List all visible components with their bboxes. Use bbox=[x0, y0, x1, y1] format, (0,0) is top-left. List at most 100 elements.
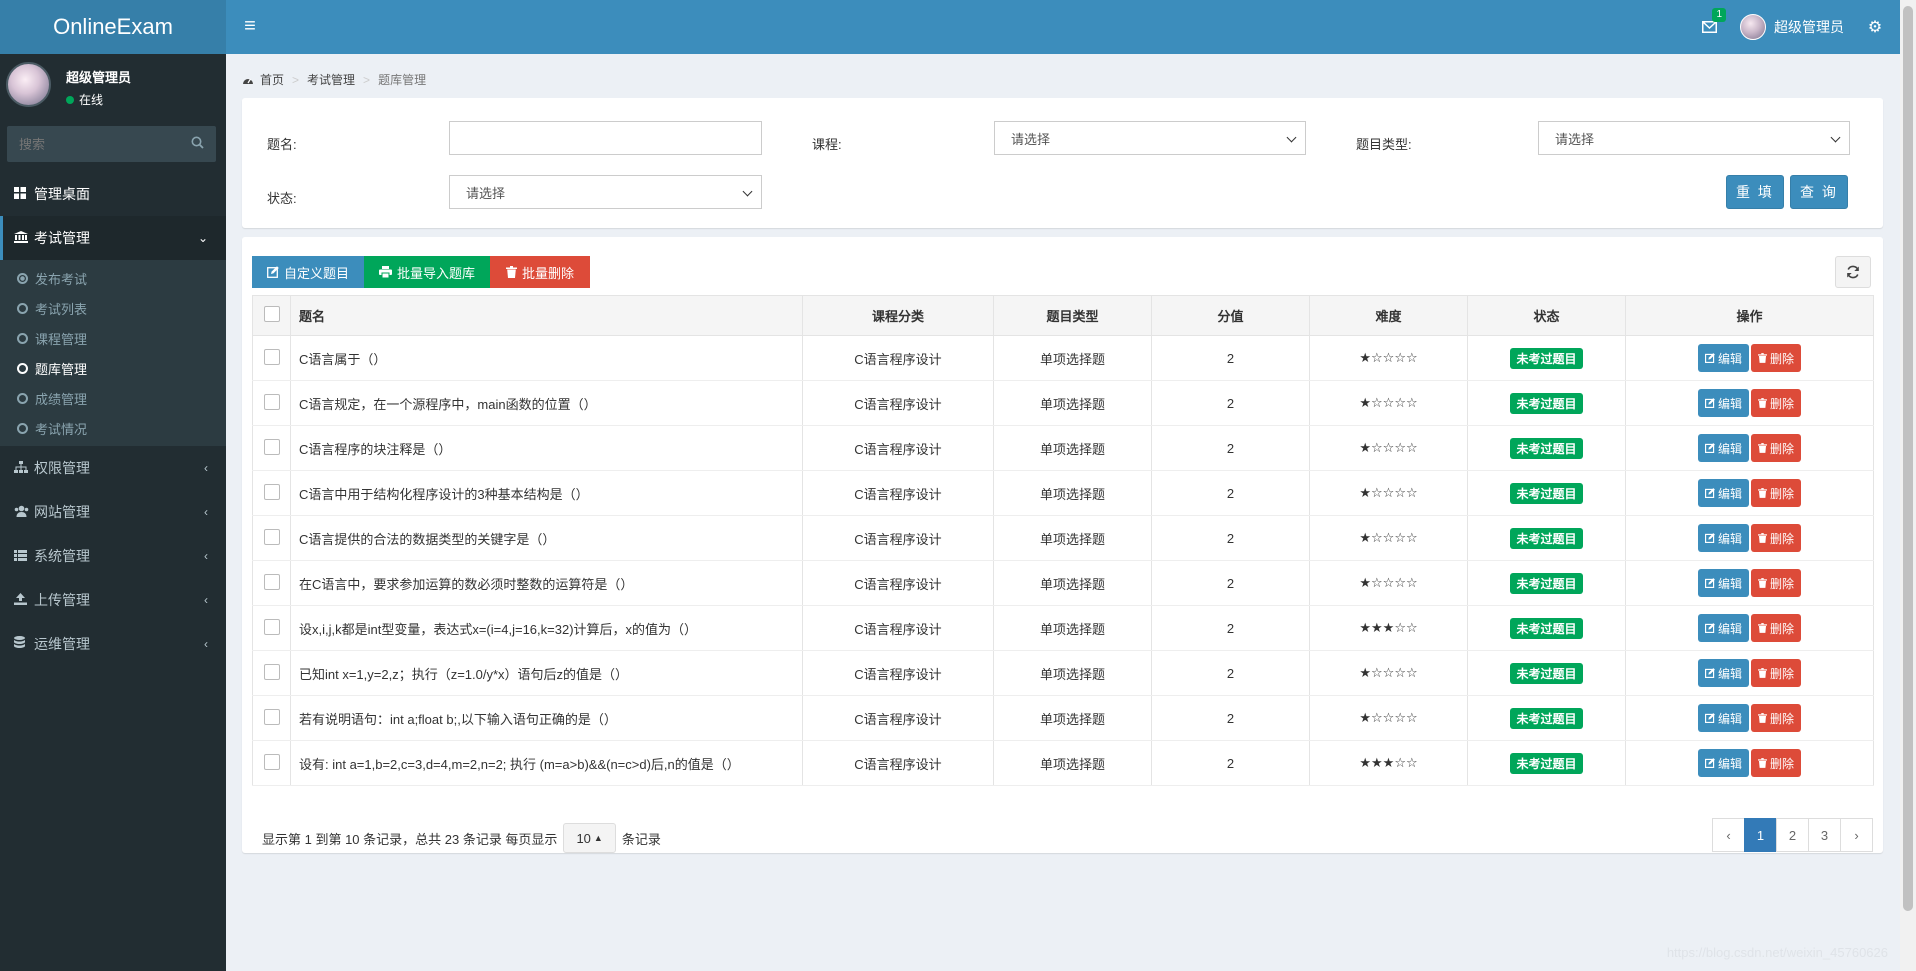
submenu-item-question-bank[interactable]: 题库管理 bbox=[0, 353, 226, 383]
name-filter-input[interactable] bbox=[449, 121, 762, 155]
row-checkbox[interactable] bbox=[263, 663, 280, 680]
edit-button[interactable]: 编辑 bbox=[1697, 704, 1749, 732]
page-3-button[interactable]: 3 bbox=[1808, 818, 1841, 852]
column-header-status[interactable]: 状态 bbox=[1467, 295, 1626, 336]
edit-label: 编辑 bbox=[1717, 576, 1742, 591]
row-checkbox[interactable] bbox=[263, 438, 280, 455]
batch-import-button[interactable]: 批量导入题库 bbox=[364, 256, 490, 288]
row-checkbox[interactable] bbox=[263, 753, 280, 770]
delete-button[interactable]: 删除 bbox=[1751, 749, 1802, 777]
type-filter-label: 题目类型: bbox=[1356, 137, 1412, 152]
question-course: C语言程序设计 bbox=[802, 515, 994, 561]
delete-button[interactable]: 删除 bbox=[1751, 479, 1802, 507]
question-score: 2 bbox=[1151, 335, 1310, 381]
question-course: C语言程序设计 bbox=[802, 335, 994, 381]
delete-button[interactable]: 删除 bbox=[1751, 524, 1802, 552]
edit-button[interactable]: 编辑 bbox=[1697, 569, 1749, 597]
gears-icon[interactable]: ⚙ bbox=[1862, 17, 1888, 37]
menu-toggle-icon[interactable]: ≡ bbox=[238, 15, 262, 39]
edit-button[interactable]: 编辑 bbox=[1697, 389, 1749, 417]
row-checkbox[interactable] bbox=[263, 483, 280, 500]
column-header-name[interactable]: 题名 bbox=[290, 295, 803, 336]
status-cell: 未考过题目 bbox=[1467, 335, 1626, 381]
sidebar-item-label: 权限管理 bbox=[34, 460, 90, 476]
submenu-item-exam-status[interactable]: 考试情况 bbox=[0, 413, 226, 443]
delete-label: 删除 bbox=[1770, 756, 1795, 771]
sidebar-item-exam-management[interactable]: 考试管理 ⌄ bbox=[0, 216, 226, 260]
page-2-button[interactable]: 2 bbox=[1776, 818, 1809, 852]
search-input[interactable] bbox=[7, 126, 216, 162]
sidebar-item-system[interactable]: 系统管理 ‹ bbox=[0, 534, 226, 578]
submenu-item-publish-exam[interactable]: 发布考试 bbox=[0, 263, 226, 293]
course-select[interactable]: 请选择 bbox=[994, 121, 1306, 155]
messages-button[interactable]: 1 bbox=[1696, 8, 1726, 40]
delete-button[interactable]: 删除 bbox=[1751, 704, 1802, 732]
row-checkbox[interactable] bbox=[263, 618, 280, 635]
breadcrumb-exam-management[interactable]: 考试管理 bbox=[307, 71, 355, 88]
page-size-dropdown[interactable]: 10 ▲ bbox=[563, 823, 616, 853]
edit-button[interactable]: 编辑 bbox=[1697, 614, 1749, 642]
app-logo[interactable]: OnlineExam bbox=[0, 0, 226, 54]
refresh-button[interactable] bbox=[1835, 256, 1871, 288]
table-row: C语言中用于结构化程序设计的3种基本结构是（） C语言程序设计 单项选择题 2 ★☆☆☆… bbox=[252, 470, 1874, 516]
submenu-item-course-management[interactable]: 课程管理 bbox=[0, 323, 226, 353]
edit-button[interactable]: 编辑 bbox=[1697, 434, 1749, 462]
delete-button[interactable]: 删除 bbox=[1751, 344, 1802, 372]
delete-button[interactable]: 删除 bbox=[1751, 569, 1802, 597]
messages-badge: 1 bbox=[1712, 8, 1726, 22]
page-scrollbar[interactable] bbox=[1900, 0, 1916, 971]
sidebar-item-website[interactable]: 网站管理 ‹ bbox=[0, 490, 226, 534]
question-score: 2 bbox=[1151, 425, 1310, 471]
sidebar-item-ops[interactable]: 运维管理 ‹ bbox=[0, 622, 226, 666]
delete-button[interactable]: 删除 bbox=[1751, 659, 1802, 687]
page-1-button[interactable]: 1 bbox=[1744, 818, 1777, 852]
custom-question-button[interactable]: 自定义题目 bbox=[252, 256, 364, 288]
question-difficulty: ★☆☆☆☆ bbox=[1309, 695, 1468, 741]
users-icon bbox=[14, 505, 34, 520]
query-button[interactable]: 查 询 bbox=[1790, 175, 1848, 209]
user-panel: 超级管理员 在线 bbox=[0, 54, 226, 120]
row-checkbox[interactable] bbox=[263, 573, 280, 590]
trash-icon bbox=[1758, 623, 1767, 633]
page-size-value: 10 bbox=[576, 830, 591, 846]
delete-button[interactable]: 删除 bbox=[1751, 434, 1802, 462]
column-header-difficulty[interactable]: 难度 bbox=[1309, 295, 1468, 336]
breadcrumb-home[interactable]: 首页 bbox=[260, 71, 284, 88]
edit-button[interactable]: 编辑 bbox=[1697, 659, 1749, 687]
online-status: 在线 bbox=[66, 91, 103, 108]
column-header-course[interactable]: 课程分类 bbox=[802, 295, 994, 336]
actions-cell: 编辑 删除 bbox=[1625, 695, 1874, 741]
status-cell: 未考过题目 bbox=[1467, 470, 1626, 516]
question-type-select[interactable]: 请选择 bbox=[1538, 121, 1850, 155]
user-menu[interactable]: 超级管理员 bbox=[1740, 14, 1844, 40]
prev-page-button[interactable]: ‹ bbox=[1712, 818, 1745, 852]
status-badge: 未考过题目 bbox=[1510, 662, 1583, 684]
row-checkbox[interactable] bbox=[263, 708, 280, 725]
select-all-checkbox[interactable] bbox=[263, 306, 280, 322]
sidebar-item-dashboard[interactable]: 管理桌面 bbox=[0, 172, 226, 216]
submenu-item-score-management[interactable]: 成绩管理 bbox=[0, 383, 226, 413]
sidebar-item-upload[interactable]: 上传管理 ‹ bbox=[0, 578, 226, 622]
column-header-score[interactable]: 分值 bbox=[1151, 295, 1310, 336]
edit-button[interactable]: 编辑 bbox=[1697, 479, 1749, 507]
status-select[interactable]: 请选择 bbox=[449, 175, 762, 209]
column-header-type[interactable]: 题目类型 bbox=[993, 295, 1152, 336]
next-page-button[interactable]: › bbox=[1840, 818, 1873, 852]
row-checkbox[interactable] bbox=[263, 393, 280, 410]
dashboard-icon bbox=[14, 186, 34, 202]
sidebar-item-permissions[interactable]: 权限管理 ‹ bbox=[0, 446, 226, 490]
scrollbar-thumb[interactable] bbox=[1903, 6, 1913, 911]
reset-button[interactable]: 重 填 bbox=[1726, 175, 1784, 209]
row-checkbox[interactable] bbox=[263, 528, 280, 545]
question-type: 单项选择题 bbox=[993, 695, 1152, 741]
edit-button[interactable]: 编辑 bbox=[1697, 749, 1749, 777]
edit-button[interactable]: 编辑 bbox=[1697, 344, 1749, 372]
delete-button[interactable]: 删除 bbox=[1751, 389, 1802, 417]
delete-button[interactable]: 删除 bbox=[1751, 614, 1802, 642]
row-checkbox[interactable] bbox=[263, 348, 280, 365]
question-name: C语言规定，在一个源程序中，main函数的位置（） bbox=[290, 380, 803, 426]
search-icon[interactable] bbox=[191, 136, 204, 152]
batch-delete-button[interactable]: 批量删除 bbox=[490, 256, 590, 288]
submenu-item-exam-list[interactable]: 考试列表 bbox=[0, 293, 226, 323]
edit-button[interactable]: 编辑 bbox=[1697, 524, 1749, 552]
